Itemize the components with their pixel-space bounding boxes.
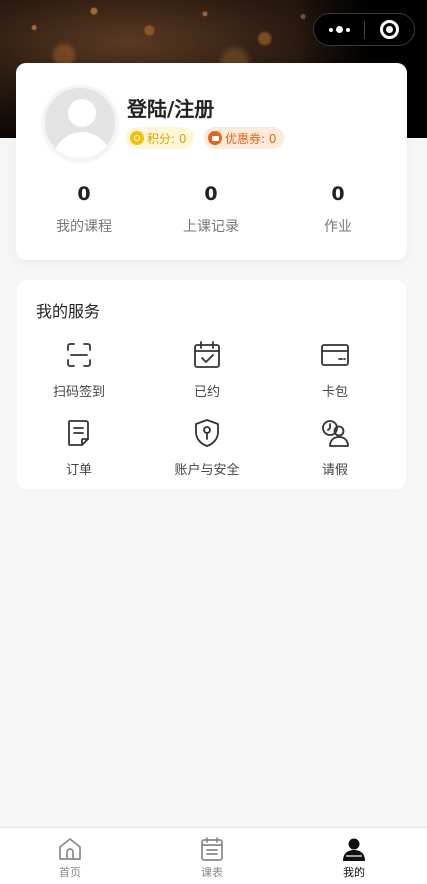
coin-icon [130,131,144,145]
service-account-security[interactable]: 账户与安全 [142,418,272,478]
ticket-icon [208,131,222,145]
stat-label: 我的课程 [56,219,112,235]
avatar[interactable] [42,85,118,161]
bottom-tab-bar: 首页 课表 我的 [0,827,427,884]
home-icon [57,836,83,862]
services-card: 我的服务 扫码签到 已约 卡包 订单 账户与安全 请假 [17,280,406,489]
services-title: 我的服务 [36,302,101,321]
service-label: 账户与安全 [174,463,240,478]
stat-my-courses[interactable]: 0 我的课程 [19,181,149,236]
user-clock-icon [320,418,350,448]
service-label: 已约 [193,385,220,400]
stat-homework[interactable]: 0 作业 [273,181,403,236]
points-label: 积分: 0 [147,131,187,146]
scan-icon [64,340,94,370]
stat-value: 0 [77,183,91,205]
stat-label: 作业 [324,219,352,235]
tab-label: 课表 [201,866,223,879]
schedule-icon [199,836,225,862]
more-dots-icon[interactable] [314,13,364,46]
target-circle-icon[interactable] [365,13,414,46]
tab-home[interactable]: 首页 [30,836,110,880]
service-leave-request[interactable]: 请假 [270,418,400,478]
user-icon [341,836,367,862]
stat-value: 0 [331,183,345,205]
profile-card: 登陆/注册 积分: 0 优惠券: 0 0 我的课程 0 上课记录 0 作业 [16,63,407,260]
stat-class-records[interactable]: 0 上课记录 [146,181,276,236]
card-icon [320,340,350,370]
service-orders[interactable]: 订单 [14,418,144,478]
service-label: 请假 [321,463,348,478]
stat-value: 0 [204,183,218,205]
service-label: 扫码签到 [52,385,105,400]
order-document-icon [64,418,94,448]
points-badge[interactable]: 积分: 0 [126,127,194,149]
tab-mine[interactable]: 我的 [314,836,394,880]
coupons-label: 优惠券: 0 [225,131,277,146]
shield-key-icon [192,418,222,448]
service-scan-checkin[interactable]: 扫码签到 [14,340,144,400]
mini-program-capsule [313,13,415,46]
coupons-badge[interactable]: 优惠券: 0 [204,127,284,149]
service-label: 卡包 [321,385,348,400]
stat-label: 上课记录 [183,219,239,235]
service-booked[interactable]: 已约 [142,340,272,400]
tab-label: 我的 [343,866,365,879]
service-card-wallet[interactable]: 卡包 [270,340,400,400]
service-label: 订单 [65,463,92,478]
calendar-check-icon [192,340,222,370]
tab-schedule[interactable]: 课表 [172,836,252,880]
tab-label: 首页 [59,866,81,879]
login-register-link[interactable]: 登陆/注册 [127,93,214,122]
